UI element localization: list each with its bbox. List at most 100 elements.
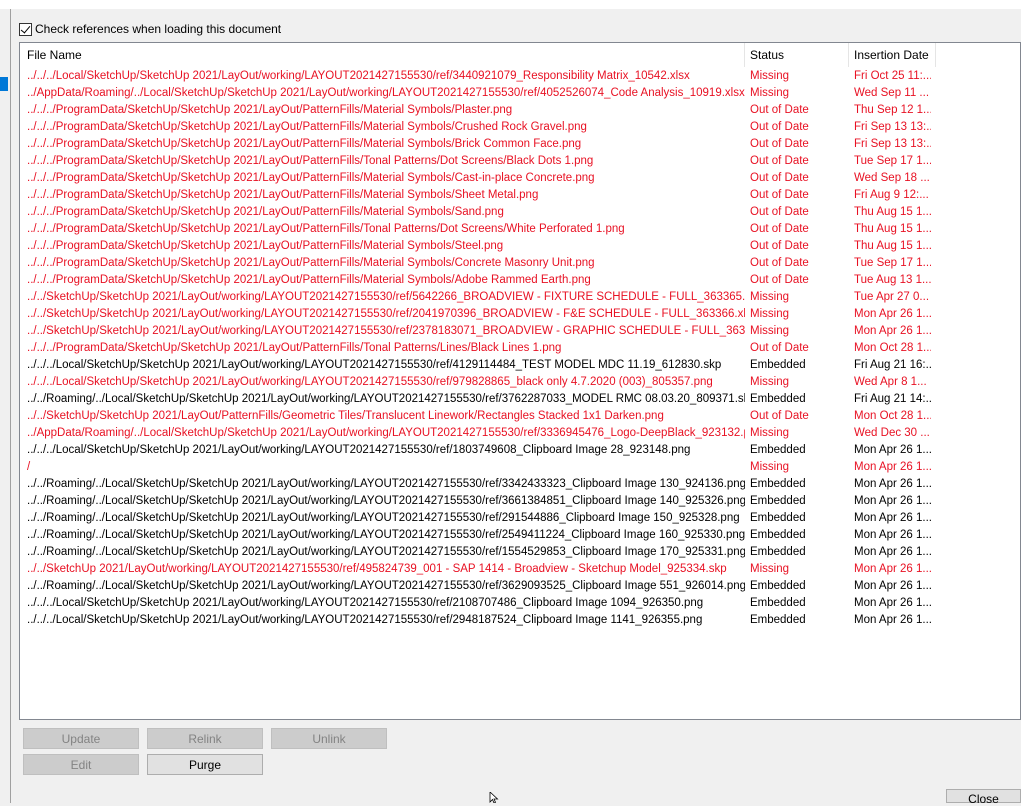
column-header-status[interactable]: Status xyxy=(745,43,849,67)
check-references-label: Check references when loading this docum… xyxy=(35,22,282,36)
references-list[interactable]: File Name Status Insertion Date ../../..… xyxy=(19,42,1021,720)
insertion-date-cell: Mon Apr 26 1... xyxy=(854,461,931,473)
check-references-checkbox[interactable] xyxy=(19,22,32,36)
status-cell: Out of Date xyxy=(750,223,809,235)
status-cell: Embedded xyxy=(750,359,806,371)
file-name-cell: ../../../ProgramData/SketchUp/SketchUp 2… xyxy=(27,257,595,269)
table-row[interactable]: ../../../Local/SketchUp/SketchUp 2021/La… xyxy=(20,68,1020,85)
insertion-date-cell: Mon Apr 26 1... xyxy=(854,325,931,337)
list-header: File Name Status Insertion Date xyxy=(20,43,1020,67)
table-row[interactable]: ../AppData/Roaming/../Local/SketchUp/Ske… xyxy=(20,425,1020,442)
relink-button[interactable]: Relink xyxy=(147,728,263,749)
column-header-insertion-date[interactable]: Insertion Date xyxy=(849,43,936,67)
table-row[interactable]: / Missing Mon Apr 26 1... xyxy=(20,459,1020,476)
file-name-cell: ../../../Local/SketchUp/SketchUp 2021/La… xyxy=(27,597,704,609)
insertion-date-cell: Mon Oct 28 1... xyxy=(854,342,931,354)
table-row[interactable]: ../../../ProgramData/SketchUp/SketchUp 2… xyxy=(20,238,1020,255)
insertion-date-cell: Fri Aug 9 12:... xyxy=(854,189,929,201)
insertion-date-cell: Tue Sep 17 1... xyxy=(854,155,931,167)
insertion-date-cell: Wed Sep 18 ... xyxy=(854,172,930,184)
table-row[interactable]: ../../../ProgramData/SketchUp/SketchUp 2… xyxy=(20,340,1020,357)
status-cell: Embedded xyxy=(750,597,806,609)
status-cell: Embedded xyxy=(750,580,806,592)
table-row[interactable]: ../../../ProgramData/SketchUp/SketchUp 2… xyxy=(20,187,1020,204)
table-row[interactable]: ../../SketchUp/SketchUp 2021/LayOut/work… xyxy=(20,289,1020,306)
update-button[interactable]: Update xyxy=(23,728,139,749)
insertion-date-cell: Mon Apr 26 1... xyxy=(854,597,931,609)
table-row[interactable]: ../AppData/Roaming/../Local/SketchUp/Ske… xyxy=(20,85,1020,102)
status-cell: Missing xyxy=(750,308,789,320)
table-row[interactable]: ../../../ProgramData/SketchUp/SketchUp 2… xyxy=(20,136,1020,153)
check-references-row[interactable]: Check references when loading this docum… xyxy=(19,20,281,38)
insertion-date-cell: Tue Aug 13 1... xyxy=(854,274,931,286)
table-row[interactable]: ../../SketchUp/SketchUp 2021/LayOut/Patt… xyxy=(20,408,1020,425)
table-row[interactable]: ../../../Local/SketchUp/SketchUp 2021/La… xyxy=(20,357,1020,374)
file-name-cell: ../AppData/Roaming/../Local/SketchUp/Ske… xyxy=(27,427,745,439)
status-cell: Out of Date xyxy=(750,274,809,286)
table-row[interactable]: ../../../Local/SketchUp/SketchUp 2021/La… xyxy=(20,612,1020,629)
edit-button[interactable]: Edit xyxy=(23,754,139,775)
insertion-date-cell: Fri Oct 25 11:... xyxy=(854,70,931,82)
table-row[interactable]: ../../Roaming/../Local/SketchUp/SketchUp… xyxy=(20,544,1020,561)
table-row[interactable]: ../../Roaming/../Local/SketchUp/SketchUp… xyxy=(20,391,1020,408)
column-header-file-name[interactable]: File Name xyxy=(20,43,745,67)
table-row[interactable]: ../../SketchUp/SketchUp 2021/LayOut/work… xyxy=(20,306,1020,323)
file-name-cell: ../../SketchUp/SketchUp 2021/LayOut/work… xyxy=(27,308,745,320)
insertion-date-cell: Mon Apr 26 1... xyxy=(854,444,931,456)
unlink-button[interactable]: Unlink xyxy=(271,728,387,749)
table-row[interactable]: ../../../Local/SketchUp/SketchUp 2021/La… xyxy=(20,595,1020,612)
file-name-cell: ../../SketchUp/SketchUp 2021/LayOut/work… xyxy=(27,291,745,303)
table-row[interactable]: ../../Roaming/../Local/SketchUp/SketchUp… xyxy=(20,578,1020,595)
table-row[interactable]: ../../../ProgramData/SketchUp/SketchUp 2… xyxy=(20,221,1020,238)
table-row[interactable]: ../../../ProgramData/SketchUp/SketchUp 2… xyxy=(20,204,1020,221)
table-row[interactable]: ../../../ProgramData/SketchUp/SketchUp 2… xyxy=(20,102,1020,119)
insertion-date-cell: Thu Sep 12 1... xyxy=(854,104,931,116)
table-row[interactable]: ../../SketchUp/SketchUp 2021/LayOut/work… xyxy=(20,323,1020,340)
table-row[interactable]: ../../Roaming/../Local/SketchUp/SketchUp… xyxy=(20,510,1020,527)
file-name-cell: ../../../Local/SketchUp/SketchUp 2021/La… xyxy=(27,376,713,388)
file-name-cell: ../../../ProgramData/SketchUp/SketchUp 2… xyxy=(27,342,562,354)
insertion-date-cell: Fri Aug 21 14:... xyxy=(854,393,931,405)
table-row[interactable]: ../../../ProgramData/SketchUp/SketchUp 2… xyxy=(20,272,1020,289)
purge-button[interactable]: Purge xyxy=(147,754,263,775)
file-name-cell: / xyxy=(27,461,31,473)
left-panel-edge xyxy=(0,9,11,803)
insertion-date-cell: Tue Sep 17 1... xyxy=(854,257,931,269)
file-name-cell: ../../SketchUp 2021/LayOut/working/LAYOU… xyxy=(27,563,727,575)
insertion-date-cell: Mon Apr 26 1... xyxy=(854,478,931,490)
mouse-cursor-icon xyxy=(489,791,501,806)
selection-marker xyxy=(0,77,8,91)
status-cell: Embedded xyxy=(750,478,806,490)
file-name-cell: ../../../ProgramData/SketchUp/SketchUp 2… xyxy=(27,172,595,184)
table-row[interactable]: ../../SketchUp 2021/LayOut/working/LAYOU… xyxy=(20,561,1020,578)
insertion-date-cell: Fri Sep 13 13:... xyxy=(854,138,931,150)
insertion-date-cell: Mon Apr 26 1... xyxy=(854,614,931,626)
file-name-cell: ../../../ProgramData/SketchUp/SketchUp 2… xyxy=(27,240,504,252)
insertion-date-cell: Tue Apr 27 0... xyxy=(854,291,930,303)
table-row[interactable]: ../../../ProgramData/SketchUp/SketchUp 2… xyxy=(20,170,1020,187)
status-cell: Missing xyxy=(750,291,789,303)
table-row[interactable]: ../../../Local/SketchUp/SketchUp 2021/La… xyxy=(20,374,1020,391)
table-row[interactable]: ../../../ProgramData/SketchUp/SketchUp 2… xyxy=(20,153,1020,170)
status-cell: Embedded xyxy=(750,529,806,541)
insertion-date-cell: Mon Apr 26 1... xyxy=(854,308,931,320)
file-name-cell: ../../../ProgramData/SketchUp/SketchUp 2… xyxy=(27,104,513,116)
file-name-cell: ../../../Local/SketchUp/SketchUp 2021/La… xyxy=(27,614,703,626)
table-row[interactable]: ../../../ProgramData/SketchUp/SketchUp 2… xyxy=(20,255,1020,272)
status-cell: Out of Date xyxy=(750,121,809,133)
file-name-cell: ../../../ProgramData/SketchUp/SketchUp 2… xyxy=(27,223,625,235)
status-cell: Missing xyxy=(750,70,789,82)
top-strip xyxy=(0,0,1021,9)
insertion-date-cell: Mon Apr 26 1... xyxy=(854,546,931,558)
insertion-date-cell: Mon Apr 26 1... xyxy=(854,580,931,592)
table-row[interactable]: ../../Roaming/../Local/SketchUp/SketchUp… xyxy=(20,476,1020,493)
table-row[interactable]: ../../Roaming/../Local/SketchUp/SketchUp… xyxy=(20,493,1020,510)
table-row[interactable]: ../../Roaming/../Local/SketchUp/SketchUp… xyxy=(20,527,1020,544)
table-row[interactable]: ../../../ProgramData/SketchUp/SketchUp 2… xyxy=(20,119,1020,136)
table-row[interactable]: ../../../Local/SketchUp/SketchUp 2021/La… xyxy=(20,442,1020,459)
file-name-cell: ../../../Local/SketchUp/SketchUp 2021/La… xyxy=(27,70,690,82)
status-cell: Missing xyxy=(750,325,789,337)
insertion-date-cell: Wed Sep 11 ... xyxy=(854,87,930,99)
status-cell: Missing xyxy=(750,461,789,473)
close-button[interactable]: Close xyxy=(946,789,1021,806)
